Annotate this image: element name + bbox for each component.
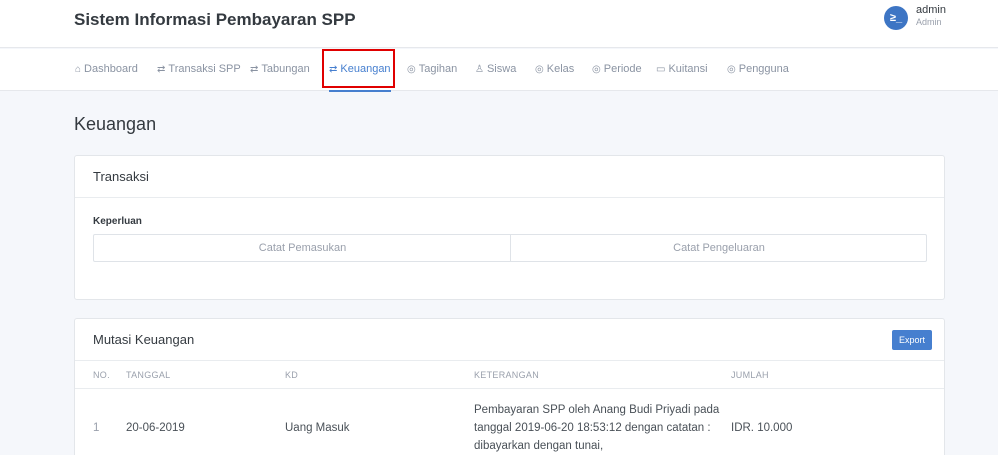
row-tanggal: 20-06-2019 [126,422,185,434]
top-header: Sistem Informasi Pembayaran SPP ≥_ admin… [0,0,998,48]
nav-item-kuitansi[interactable]: ▭ Kuitansi [656,49,708,91]
transaksi-card: Transaksi Keperluan Catat Pemasukan Cata… [74,155,945,300]
keperluan-label: Keperluan [93,216,142,227]
user-name: admin [916,4,946,16]
row-jumlah: IDR. 10.000 [731,422,793,434]
column-header-kd[interactable]: KD [285,370,298,380]
mutasi-keuangan-card: Mutasi Keuangan Export NO. TANGGAL KD KE… [74,318,945,455]
card-header: Transaksi [75,156,944,198]
row-kd: Uang Masuk [285,422,350,434]
nav-item-label: Transaksi SPP [168,63,241,75]
row-keterangan: Pembayaran SPP oleh Anang Budi Priyadi p… [474,401,719,455]
card-header: Mutasi Keuangan Export [75,319,944,361]
row-no: 1 [93,422,100,434]
nav-item-label: Kelas [546,63,575,75]
repeat-icon: ⇄ [250,64,259,75]
terminal-icon[interactable]: ≥_ [884,6,908,30]
nav-item-label: Tabungan [261,63,310,75]
column-header-jumlah[interactable]: JUMLAH [731,370,769,380]
table-header-row: NO. TANGGAL KD KETERANGAN JUMLAH [75,361,944,389]
main-nav: ⌂ Dashboard ⇄ Transaksi SPP ⇄ Tabungan ⇄ Keu… [0,49,998,92]
nav-item-dashboard[interactable]: ⌂ Dashboard [75,49,138,91]
keterangan-line: tanggal 2019-06-20 18:53:12 dengan catat… [474,422,711,434]
home-icon: ⌂ [75,64,82,75]
app-title: Sistem Informasi Pembayaran SPP [74,10,356,29]
column-header-no[interactable]: NO. [93,370,110,380]
nav-item-transaksi-spp[interactable]: ⇄ Transaksi SPP [157,49,241,91]
nav-item-tagihan[interactable]: ◎ Tagihan [407,49,457,91]
page-title: Keuangan [74,114,157,134]
nav-item-label: Kuitansi [668,63,708,75]
users-icon: ♙ [475,64,484,75]
nav-item-label: Tagihan [418,63,458,75]
nav-item-label: Periode [603,63,642,75]
keterangan-line: dibayarkan dengan tunai, [474,440,604,452]
nav-item-tabungan[interactable]: ⇄ Tabungan [250,49,310,91]
nav-item-periode[interactable]: ◎ Periode [592,49,642,91]
card-title: Mutasi Keuangan [93,332,195,347]
catat-pengeluaran-button[interactable]: Catat Pengeluaran [510,235,927,261]
column-header-keterangan[interactable]: KETERANGAN [474,370,539,380]
highlight-annotation-box [322,49,395,88]
keperluan-button-group: Catat Pemasukan Catat Pengeluaran [93,234,927,262]
user-role: Admin [916,17,942,27]
card-title: Transaksi [93,169,149,184]
box-icon: ◎ [727,64,736,75]
nav-item-kelas[interactable]: ◎ Kelas [535,49,574,91]
catat-pemasukan-button[interactable]: Catat Pemasukan [94,235,511,261]
nav-item-label: Siswa [486,63,517,75]
box-icon: ◎ [407,64,416,75]
column-header-tanggal[interactable]: TANGGAL [126,370,170,380]
box-icon: ◎ [592,64,601,75]
nav-item-label: Pengguna [738,63,789,75]
nav-item-label: Dashboard [84,63,138,75]
box-icon: ◎ [535,64,544,75]
folder-icon: ▭ [656,64,666,75]
nav-item-pengguna[interactable]: ◎ Pengguna [727,49,789,91]
nav-item-siswa[interactable]: ♙ Siswa [475,49,516,91]
export-button[interactable]: Export [891,330,932,350]
repeat-icon: ⇄ [157,64,166,75]
keterangan-line: Pembayaran SPP oleh Anang Budi Priyadi p… [474,404,720,416]
